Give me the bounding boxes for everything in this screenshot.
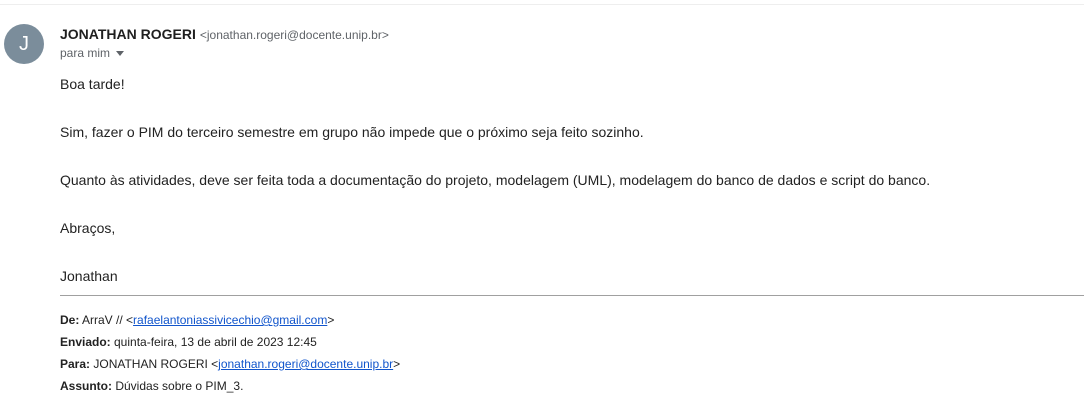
quoted-sent-label: Enviado: xyxy=(60,335,111,349)
quoted-from-label: De: xyxy=(60,313,80,327)
quoted-sent-value: quinta-feira, 13 de abril de 2023 12:45 xyxy=(110,335,317,349)
quoted-from-line: De: ArraV // <rafaelantoniassivicechio@g… xyxy=(60,312,334,328)
body-closing: Abraços, xyxy=(60,220,116,236)
sender-email: <jonathan.rogeri@docente.unip.br> xyxy=(199,28,389,42)
top-divider xyxy=(0,4,1084,5)
quoted-sent-line: Enviado: quinta-feira, 13 de abril de 20… xyxy=(60,334,317,350)
quoted-to-name: JONATHAN ROGERI < xyxy=(90,357,219,371)
quoted-subject-line: Assunto: Dúvidas sobre o PIM_3. xyxy=(60,378,243,394)
quoted-from-email-link[interactable]: rafaelantoniassivicechio@gmail.com xyxy=(133,313,327,327)
quoted-subject-label: Assunto: xyxy=(60,379,112,393)
quoted-subject-value: Dúvidas sobre o PIM_3. xyxy=(112,379,244,393)
recipient-line[interactable]: para mim xyxy=(60,45,125,61)
sender-name[interactable]: JONATHAN ROGERI xyxy=(60,26,196,42)
quoted-to-suffix: > xyxy=(393,357,401,371)
recipient-label: para mim xyxy=(60,46,111,60)
quoted-to-line: Para: JONATHAN ROGERI <jonathan.rogeri@d… xyxy=(60,356,400,372)
quoted-to-label: Para: xyxy=(60,357,91,371)
body-signature: Jonathan xyxy=(60,268,118,284)
quoted-from-suffix: > xyxy=(327,313,335,327)
avatar-letter: J xyxy=(19,32,29,55)
quoted-to-email-link[interactable]: jonathan.rogeri@docente.unip.br xyxy=(218,357,393,371)
body-paragraph-2: Quanto às atividades, deve ser feita tod… xyxy=(60,172,931,188)
quoted-from-name: ArraV // < xyxy=(79,313,134,327)
recipient-details-dropdown-icon[interactable] xyxy=(116,51,125,56)
sender-avatar[interactable]: J xyxy=(4,24,44,64)
quoted-message-divider xyxy=(60,295,1084,296)
sender-line: JONATHAN ROGERI <jonathan.rogeri@docente.… xyxy=(60,25,389,44)
body-greeting: Boa tarde! xyxy=(60,76,125,92)
email-message-view: J JONATHAN ROGERI <jonathan.rogeri@docent… xyxy=(0,0,1084,415)
body-paragraph-1: Sim, fazer o PIM do terceiro semestre em… xyxy=(60,124,644,140)
